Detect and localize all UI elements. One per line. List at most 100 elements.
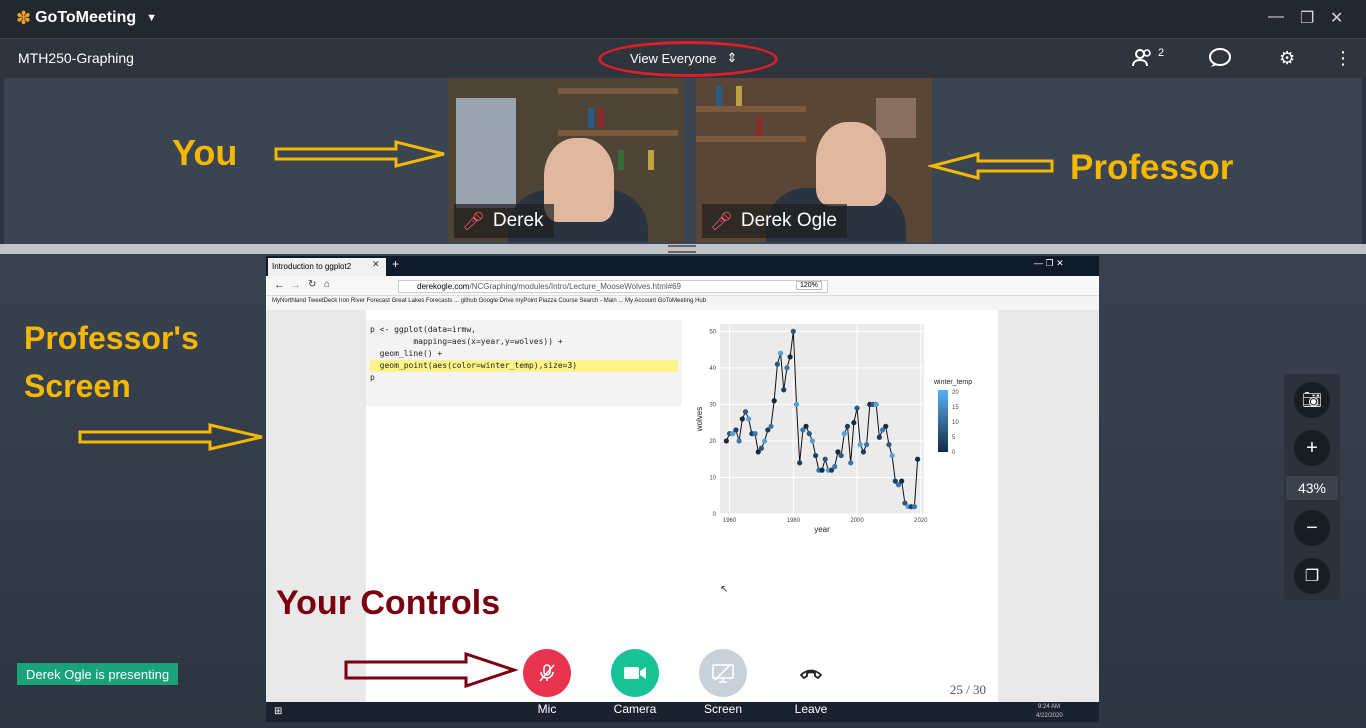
chat-icon[interactable] [1208, 48, 1232, 73]
minimize-button[interactable]: — [1268, 8, 1284, 26]
annotation-screen-line2: Screen [24, 368, 131, 404]
attendees-icon[interactable] [1132, 48, 1154, 73]
legend-tick-label: 10 [952, 420, 959, 426]
restore-button[interactable]: ❐ [1300, 8, 1314, 28]
arrow-right-icon [344, 652, 518, 688]
zoom-panel: 📷︎ + 43% − ❐ [1284, 374, 1340, 600]
screenshot-button[interactable]: 📷︎ [1294, 382, 1330, 418]
splitter[interactable] [0, 244, 1366, 254]
browser-window-controls[interactable]: — ❐ ✕ [1034, 258, 1064, 269]
url-host: derekogle.com [417, 282, 470, 291]
data-point [797, 460, 803, 466]
video-tile-professor[interactable]: 🎤︎ Derek Ogle [696, 78, 932, 242]
camera-icon [624, 667, 646, 679]
data-point [803, 423, 809, 429]
data-point [822, 456, 828, 462]
gotomeeting-logo-icon: ✽ [16, 8, 32, 28]
url-bar[interactable]: derekogle.com/NCGraphing/modules/Intro/L… [398, 280, 828, 293]
x-axis-label: year [814, 525, 830, 534]
data-point [915, 456, 921, 462]
data-point [819, 467, 825, 473]
chevron-down-icon: ▼ [146, 12, 158, 24]
data-point [857, 441, 863, 448]
x-tick-label: 1980 [787, 518, 801, 524]
data-point [876, 434, 882, 440]
app-menu[interactable]: ✽ GoToMeeting ▼ [16, 9, 157, 27]
leave-button[interactable] [787, 649, 835, 697]
y-axis-label: wolves [695, 407, 704, 432]
data-point [736, 438, 742, 444]
participant-name: Derek Ogle [740, 210, 837, 231]
data-point [838, 452, 844, 459]
data-point [774, 361, 780, 367]
y-tick-label: 50 [709, 329, 716, 335]
data-point [752, 431, 758, 437]
browser-tabbar: Introduction to ggplot2 ✕ + — ❐ ✕ [266, 256, 1099, 276]
zoom-level: 43% [1286, 476, 1338, 500]
data-point [777, 350, 784, 356]
data-point [781, 387, 787, 393]
reload-icon[interactable]: ↻ [308, 279, 316, 290]
data-point [771, 398, 777, 404]
view-label: View Everyone [630, 50, 717, 66]
windows-taskbar: ⊞ 9:24 AM 4/22/2020 [266, 702, 1099, 722]
data-point [911, 504, 918, 510]
fit-window-button[interactable]: ❐ [1294, 558, 1330, 594]
code-line: mapping=aes(x=year,y=wolves)) + [370, 337, 563, 346]
zoom-out-button[interactable]: − [1294, 510, 1330, 546]
arrow-right-icon [274, 140, 445, 168]
screen-share-button[interactable] [699, 649, 747, 697]
data-point [854, 405, 860, 411]
data-point [746, 416, 752, 422]
legend-tick-label: 20 [952, 390, 959, 396]
ggplot-chart: 010203040501960 1980 2000 2020yearwolveswin… [695, 324, 972, 534]
data-point [886, 441, 892, 448]
new-tab-icon[interactable]: + [392, 257, 399, 271]
title-bar: ✽ GoToMeeting ▼ — ❐ ✕ [0, 0, 1366, 38]
annotation-you: You [172, 132, 238, 173]
forward-icon[interactable]: → [290, 279, 301, 291]
x-tick-label: 2000 [850, 518, 864, 524]
meeting-toolbar: MTH250-Graphing View Everyone ⇕ 2 ⚙ ⋮ [0, 38, 1366, 78]
url-path: /NCGraphing/modules/Intro/Lecture_MooseW… [469, 282, 681, 291]
data-point [768, 423, 774, 429]
settings-gear-icon[interactable]: ⚙ [1279, 48, 1295, 69]
annotation-screen-line1: Professor's [24, 320, 199, 356]
more-options-icon[interactable]: ⋮ [1334, 48, 1352, 69]
close-tab-icon[interactable]: ✕ [372, 259, 380, 270]
y-tick-label: 10 [709, 475, 716, 481]
legend-tick-label: 15 [952, 405, 959, 411]
participant-name: Derek [492, 210, 544, 231]
zoom-in-button[interactable]: + [1294, 430, 1330, 466]
annotation-professor: Professor [1070, 148, 1234, 187]
data-point [899, 478, 905, 484]
data-point [787, 354, 793, 360]
back-icon[interactable]: ← [274, 279, 285, 291]
data-point [873, 401, 879, 407]
view-everyone-button[interactable]: View Everyone ⇕ [630, 50, 737, 66]
data-point [841, 431, 847, 437]
y-tick-label: 40 [709, 366, 716, 372]
data-point [813, 452, 819, 459]
code-line: geom_line() + [370, 349, 443, 358]
browser-tab[interactable]: Introduction to ggplot2 [268, 258, 386, 276]
data-point [864, 441, 870, 448]
arrow-right-icon [78, 423, 263, 451]
grip-icon [668, 245, 696, 253]
camera-button[interactable] [611, 649, 659, 697]
mic-button[interactable] [523, 649, 571, 697]
attendee-count: 2 [1158, 47, 1165, 59]
data-point [758, 445, 765, 451]
screen-label: Screen [703, 702, 743, 716]
close-button[interactable]: ✕ [1330, 8, 1343, 28]
legend-colorbar [938, 390, 948, 452]
home-icon[interactable]: ⌂ [324, 279, 330, 290]
windows-start-icon[interactable]: ⊞ [274, 706, 282, 717]
chevron-updown-icon: ⇕ [726, 50, 738, 65]
video-tile-you[interactable]: 🎤︎ Derek [448, 78, 684, 242]
taskbar-date: 4/22/2020 [1036, 713, 1063, 719]
data-point [723, 438, 729, 444]
camera-snapshot-icon: 📷︎ [1301, 392, 1323, 409]
data-point [762, 438, 768, 444]
y-tick-label: 20 [709, 439, 716, 445]
